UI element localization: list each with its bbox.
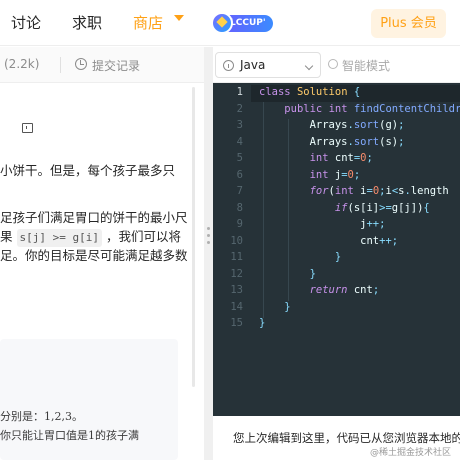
description-line: 小饼干。但是，每个孩子最多只 (0, 163, 176, 178)
code-line: Arrays.sort(g); (259, 119, 405, 131)
example-line: 分别是：1,2,3。 (0, 410, 83, 423)
problem-tabs: (2.2k) 提交记录 (0, 47, 204, 83)
tab-divider (60, 57, 61, 73)
code-editor[interactable]: 1 2 3 4 5 6 7 8 9 10 11 12 13 14 15 clas… (213, 83, 460, 416)
code-line: j++; (259, 218, 386, 230)
top-navigation: 讨论 求职 商店 LCCUP' 23 Plus 会员 (0, 0, 460, 46)
code-line: return cnt; (309, 284, 380, 296)
code-line: } (284, 300, 291, 313)
description-fragment: ，我们可以将 (105, 229, 181, 244)
example-line: 你只能让胃口值是1的孩子满 (0, 429, 139, 442)
code-line: cnt++; (259, 234, 399, 247)
lccup-badge-icon (211, 12, 233, 34)
line-number: 2 (236, 102, 243, 115)
history-icon[interactable] (75, 58, 87, 70)
nav-jobs[interactable]: 求职 (72, 12, 102, 33)
line-number: 6 (236, 168, 243, 181)
problem-description-pane: (2.2k) 提交记录 小饼干。但是，每个孩子最多只 足孩子们满足胃口的饼干的最… (0, 47, 204, 460)
tab-solutions-count[interactable]: (2.2k) (4, 57, 39, 71)
code-line: if(s[i]>=g[j]){ (334, 201, 430, 214)
code-line: class Solution { (259, 86, 361, 98)
line-number: 8 (236, 201, 243, 214)
code-line: public int findContentChildren (284, 102, 460, 115)
chevron-down-icon (304, 61, 314, 71)
comment-icon[interactable] (22, 123, 33, 133)
line-number: 10 (230, 234, 243, 247)
code-line: Arrays.sort(s); (259, 135, 405, 148)
description-fragment: 果 (0, 229, 13, 244)
info-icon (223, 60, 234, 71)
code-line: int j=0; (309, 168, 361, 181)
tab-submissions[interactable]: 提交记录 (92, 57, 140, 74)
line-number: 12 (230, 267, 243, 280)
editor-toolbar: Java 智能模式 (213, 47, 460, 83)
language-select[interactable]: Java (215, 52, 321, 78)
code-line: } (309, 267, 316, 280)
language-value: Java (240, 58, 266, 72)
line-number: 7 (236, 185, 243, 197)
line-number: 14 (230, 300, 243, 313)
line-number: 15 (230, 317, 243, 329)
notice-text: 您上次编辑到这里，代码已从您浏览器本地的缓 (233, 431, 460, 445)
line-number-gutter: 1 2 3 4 5 6 7 8 9 10 11 12 13 14 15 (213, 83, 251, 416)
nav-discuss[interactable]: 讨论 (11, 12, 41, 33)
nav-store[interactable]: 商店 (133, 12, 163, 33)
line-number: 13 (230, 284, 243, 296)
lccup-logo[interactable]: LCCUP' 23 (211, 12, 273, 45)
smart-mode-label[interactable]: 智能模式 (342, 57, 390, 74)
line-number: 3 (236, 119, 243, 131)
pane-resize-handle[interactable] (204, 47, 213, 460)
code-line: for(int i=0;i<s.length (309, 185, 456, 197)
watermark: @稀土掘金技术社区 (370, 448, 452, 458)
description-line: 果 s[j] >= g[i] ，我们可以将 (0, 228, 181, 247)
code-line: int cnt=0; (309, 152, 373, 164)
line-number: 9 (236, 218, 243, 230)
line-number: 4 (236, 135, 243, 148)
store-caret-icon[interactable] (174, 15, 184, 21)
plus-member-button[interactable]: Plus 会员 (371, 9, 446, 38)
description-line: 足。你的目标是尽可能满足越多数 (0, 248, 188, 263)
drag-handle-icon (207, 227, 210, 251)
line-number: 11 (230, 251, 243, 263)
inline-code: s[j] >= g[i] (16, 229, 102, 247)
code-line: } (334, 251, 342, 263)
smart-mode-toggle-icon[interactable] (328, 59, 338, 69)
description-line: 足孩子们满足胃口的饼干的最小尺 (0, 210, 188, 225)
code-line: } (259, 317, 266, 329)
line-number: 5 (236, 152, 243, 164)
line-number: 1 (236, 86, 243, 98)
left-scrollbar[interactable] (192, 87, 195, 387)
